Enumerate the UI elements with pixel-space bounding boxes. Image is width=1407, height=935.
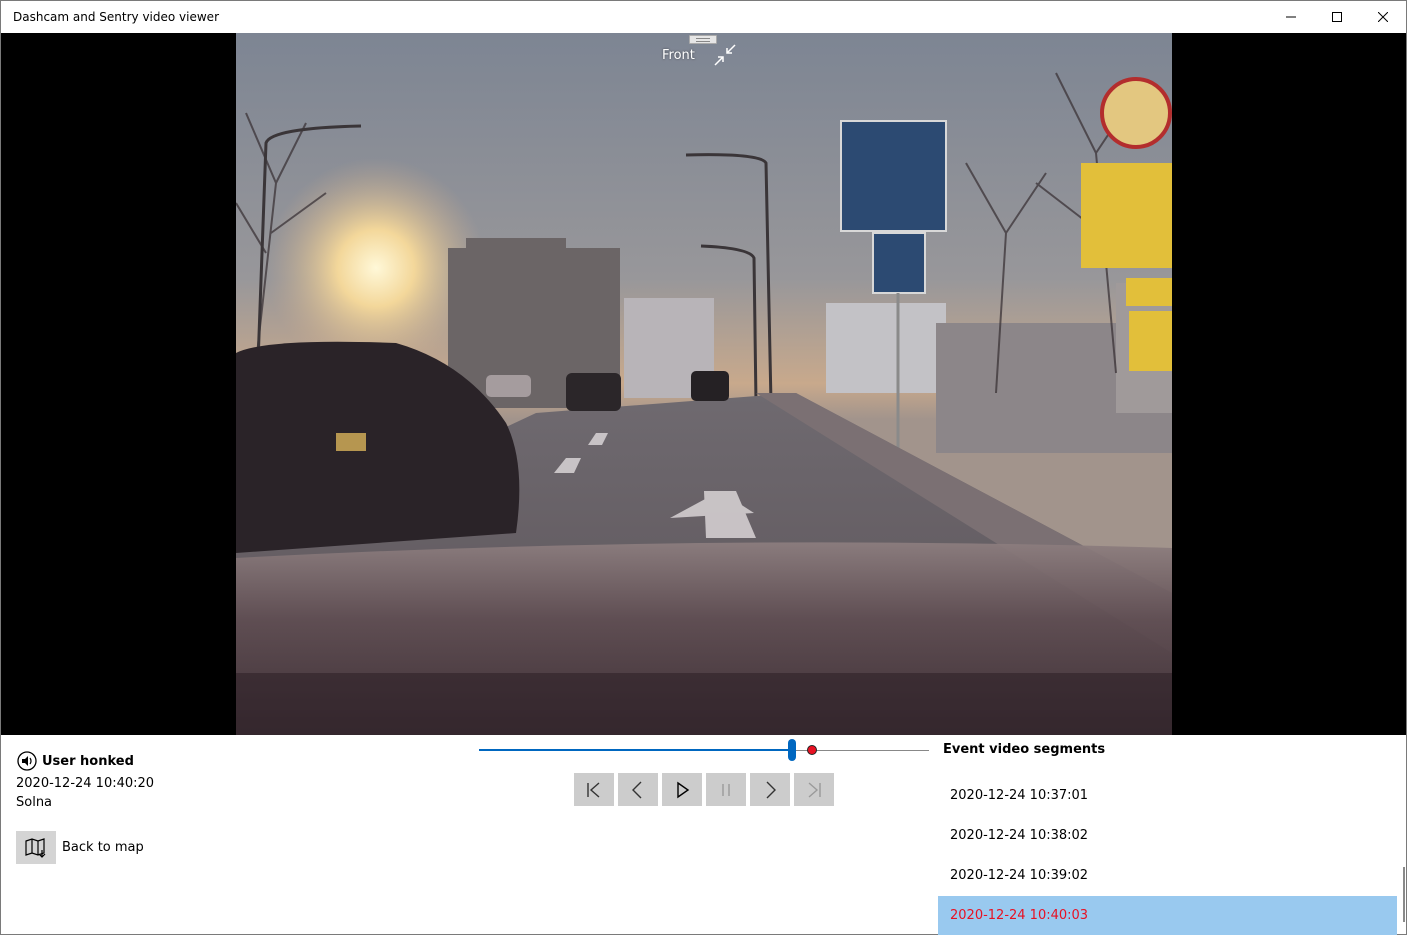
camera-label: Front [662,48,695,63]
event-segments-panel: Event video segments 2020-12-24 10:37:01… [938,736,1406,935]
back-to-map-label[interactable]: Back to map [62,840,144,855]
title-bar: Dashcam and Sentry video viewer [1,1,1406,33]
segment-item[interactable]: 2020-12-24 10:37:01 [938,776,1397,816]
video-player[interactable]: Front [1,33,1406,735]
event-marker [807,745,817,755]
skip-to-end-icon [808,781,821,798]
speaker-icon [17,751,37,771]
skip-to-start-button[interactable] [574,773,614,806]
maximize-button[interactable] [1314,1,1360,33]
segments-list: 2020-12-24 10:37:01 2020-12-24 10:38:02 20… [938,776,1397,935]
skip-to-start-icon [587,781,600,798]
close-button[interactable] [1360,1,1406,33]
previous-icon [632,781,642,798]
pause-icon [722,783,730,796]
segment-item[interactable]: 2020-12-24 10:38:02 [938,816,1397,856]
map-icon [25,837,46,858]
skip-to-end-button[interactable] [794,773,834,806]
collapse-icon[interactable] [713,43,737,67]
segments-heading: Event video segments [943,742,1106,757]
segments-scrollbar[interactable] [1403,867,1405,922]
previous-button[interactable] [618,773,658,806]
close-icon [1378,12,1388,22]
window-title: Dashcam and Sentry video viewer [13,10,219,24]
back-to-map-row[interactable]: Back to map [16,831,144,864]
minimize-button[interactable] [1268,1,1314,33]
app-window: Dashcam and Sentry video viewer Front Us… [0,0,1407,935]
event-info: User honked 2020-12-24 10:40:20 Solna [16,751,154,812]
pause-button[interactable] [706,773,746,806]
next-icon [766,781,776,798]
play-icon [677,781,690,798]
slider-progress [479,749,792,751]
maximize-icon [1332,12,1342,22]
slider-thumb[interactable] [787,739,796,761]
event-timestamp: 2020-12-24 10:40:20 [16,776,155,791]
play-button[interactable] [662,773,702,806]
playback-slider[interactable] [479,739,929,763]
next-button[interactable] [750,773,790,806]
dashcam-video-frame [236,33,1172,735]
event-location: Solna [16,795,53,810]
back-to-map-button[interactable] [16,831,56,864]
segment-item[interactable]: 2020-12-24 10:39:02 [938,856,1397,896]
dashcam-scene-image [236,33,1172,735]
event-title: User honked [42,753,134,769]
playback-controls [574,773,838,806]
minimize-icon [1286,16,1296,18]
segment-item[interactable]: 2020-12-24 10:40:03 [938,896,1397,935]
